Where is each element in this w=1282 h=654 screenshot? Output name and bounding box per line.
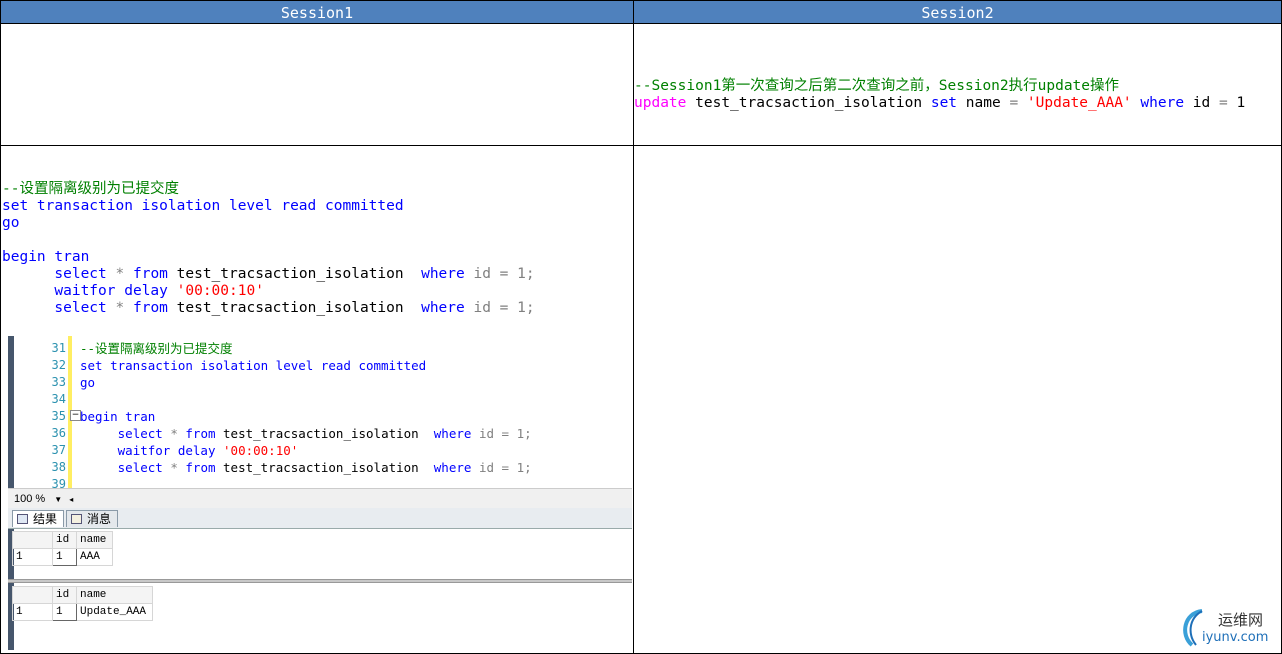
session1-comment: --设置隔离级别为已提交度 <box>2 181 179 197</box>
op-eq2: = <box>1219 95 1228 111</box>
session1-title: Session1 <box>280 4 354 22</box>
set-line: set transaction isolation level read com… <box>2 198 404 214</box>
row-number: 1 <box>12 603 53 621</box>
col-header-id: id <box>52 586 77 604</box>
cell-name[interactable]: Update_AAA <box>76 603 153 621</box>
chevron-left-icon[interactable]: ◂ <box>69 495 73 504</box>
update-value: 'Update_AAA' <box>1026 95 1132 111</box>
kw-from: from <box>132 266 168 282</box>
session2-row2-cell <box>633 145 1282 654</box>
op-eq: = <box>1009 95 1019 111</box>
tab-results[interactable]: 结果 <box>12 510 65 527</box>
result-grid-2: id name 1 1 Update_AAA <box>12 586 153 621</box>
watermark-logo: 运维网 iyunv.com <box>1178 605 1278 651</box>
cond-col: id <box>1192 95 1211 111</box>
kw-select: select <box>54 300 107 316</box>
star: * <box>115 300 125 316</box>
table-name: test_tracsaction_isolation <box>176 266 404 282</box>
table-row[interactable]: 1 1 AAA <box>12 548 113 566</box>
kw-where: where <box>421 266 465 282</box>
watermark-cn: 运维网 <box>1218 611 1264 629</box>
kw-update: update <box>634 95 687 111</box>
col-header-name: name <box>76 586 153 604</box>
cell-id[interactable]: 1 <box>52 548 77 566</box>
col-name: name <box>965 95 1001 111</box>
tab-messages-label: 消息 <box>87 512 112 526</box>
zoom-bar: 100 % ▼ ◂ <box>8 488 632 509</box>
session2-comment: --Session1第一次查询之后第二次查询之前，Session2执行updat… <box>634 78 1120 94</box>
watermark-en: iyunv.com <box>1202 630 1269 645</box>
line-numbers: 31 32 33 34 35 36 37 38 39 <box>51 341 66 491</box>
session1-header: Session1 <box>0 0 634 24</box>
message-icon <box>71 514 82 524</box>
session2-header: Session2 <box>633 0 1282 24</box>
code-begin: begin tran <box>80 409 156 424</box>
go-line: go <box>2 215 20 231</box>
col-header-name: name <box>76 531 113 549</box>
table-name: test_tracsaction_isolation <box>695 95 923 111</box>
cell-name[interactable]: AAA <box>76 548 113 566</box>
chevron-down-icon[interactable]: ▼ <box>54 495 62 504</box>
kw-from: from <box>132 300 168 316</box>
code-go: go <box>80 375 96 390</box>
row-number: 1 <box>12 548 53 566</box>
ssms-screenshot: 31 32 33 34 35 36 37 38 39 --设置隔离级别为已提交度… <box>4 336 632 650</box>
delay-value: '00:00:10' <box>176 283 264 299</box>
kw-set: set <box>930 95 958 111</box>
col-header-id: id <box>52 531 77 549</box>
grid-separator[interactable] <box>8 579 632 583</box>
cond-num: 1 <box>1236 95 1246 111</box>
kw-select: select <box>54 266 107 282</box>
code-set: set transaction isolation level read com… <box>80 358 427 373</box>
cond: id = 1; <box>473 300 535 316</box>
table-name: test_tracsaction_isolation <box>176 300 404 316</box>
tab-messages[interactable]: 消息 <box>66 510 119 527</box>
ssms-code: --设置隔离级别为已提交度 set transaction isolation … <box>80 341 532 475</box>
table-row[interactable]: 1 1 Update_AAA <box>12 603 153 621</box>
begin-line: begin tran <box>2 249 90 265</box>
session2-title: Session2 <box>921 4 994 22</box>
zoom-select[interactable]: 100 % <box>14 493 45 505</box>
session2-code: --Session1第一次查询之后第二次查询之前，Session2执行updat… <box>634 61 1245 112</box>
cell-id[interactable]: 1 <box>52 603 77 621</box>
code-comment: --设置隔离级别为已提交度 <box>80 341 233 356</box>
kw-where: where <box>1140 95 1185 111</box>
results-tabs: 结果 消息 <box>8 508 632 529</box>
session1-code: --设置隔离级别为已提交度 set transaction isolation … <box>2 164 535 317</box>
cond: id = 1; <box>473 266 535 282</box>
collapse-icon[interactable]: − <box>70 410 81 421</box>
result-grid-1: id name 1 1 AAA <box>12 531 113 566</box>
grid-icon <box>17 514 28 524</box>
tab-results-label: 结果 <box>33 512 58 526</box>
session1-row1-cell <box>0 23 634 146</box>
star: * <box>115 266 125 282</box>
kw-waitfor: waitfor delay <box>54 283 168 299</box>
kw-where: where <box>421 300 465 316</box>
